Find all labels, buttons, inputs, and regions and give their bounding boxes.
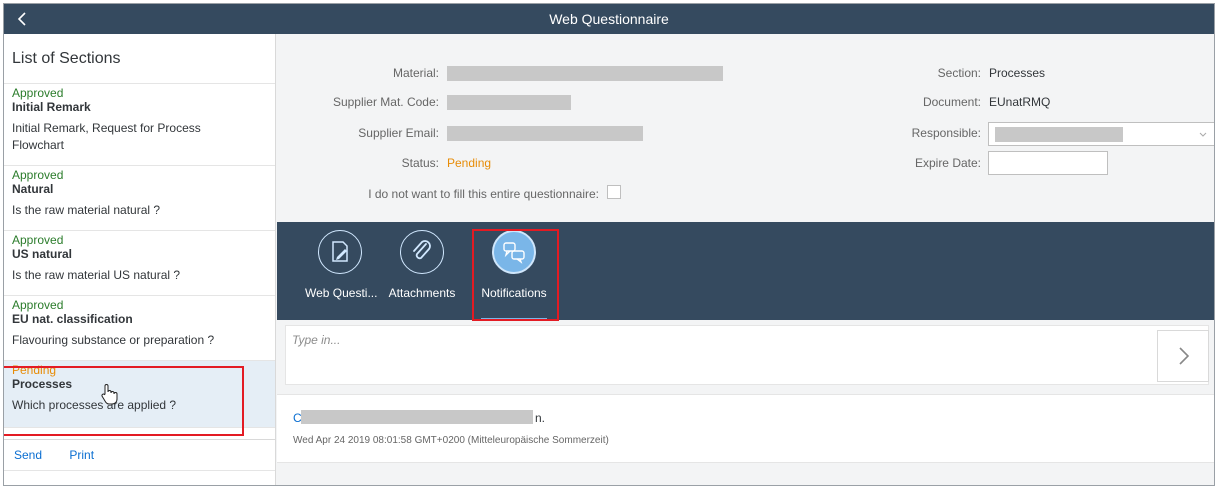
supplier-email-label: Supplier Email: xyxy=(358,126,439,140)
tab-attachments[interactable]: Attachments xyxy=(387,230,457,300)
notification-entry: C n. Wed Apr 24 2019 08:01:58 GMT+0200 (… xyxy=(277,394,1214,463)
tab-icon-circle xyxy=(318,230,362,274)
section-name: EU nat. classification xyxy=(12,312,133,326)
tab-label: Attachments xyxy=(388,286,456,300)
section-desc: Initial Remark, Request for Process Flow… xyxy=(12,121,201,152)
feed-input-area: Type in... xyxy=(285,325,1209,385)
section-status: Approved xyxy=(12,298,64,312)
section-status: Approved xyxy=(12,233,64,247)
expire-date-input[interactable] xyxy=(988,151,1108,175)
section-list-panel: List of Sections Approved Initial Remark… xyxy=(4,34,276,485)
supplier-code-value-redacted xyxy=(447,95,571,110)
app-frame: Web Questionnaire List of Sections Appro… xyxy=(3,3,1215,486)
edit-document-icon xyxy=(332,241,348,262)
notification-text-redacted xyxy=(301,410,533,424)
section-item-eu-nat-classification[interactable]: Approved EU nat. classification Flavouri… xyxy=(4,296,275,361)
section-item-natural[interactable]: Approved Natural Is the raw material nat… xyxy=(4,166,275,231)
master-bottom-bar xyxy=(4,470,275,485)
highlight-processes-item xyxy=(4,366,244,436)
post-button[interactable] xyxy=(1157,330,1209,382)
supplier-email-value-redacted xyxy=(447,126,643,141)
send-button[interactable]: Send xyxy=(14,448,42,462)
header-form: Material: Supplier Mat. Code: Supplier E… xyxy=(277,34,1214,222)
section-name: Natural xyxy=(12,182,54,196)
feed-input[interactable]: Type in... xyxy=(292,333,340,347)
section-label: Section: xyxy=(937,66,981,80)
status-value: Pending xyxy=(447,156,492,170)
section-item-initial-remark[interactable]: Approved Initial Remark Initial Remark, … xyxy=(4,84,275,166)
chevron-down-icon xyxy=(1199,132,1207,137)
responsible-select[interactable] xyxy=(988,122,1214,146)
tab-web-questionnaire[interactable]: Web Questi... xyxy=(305,230,378,300)
section-name: Initial Remark xyxy=(12,100,91,114)
material-value-redacted xyxy=(447,66,723,81)
responsible-label: Responsible: xyxy=(911,126,981,140)
icon-tab-bar: Web Questi... Attachments Notifications xyxy=(277,222,1214,321)
section-desc: Is the raw material natural ? xyxy=(12,203,161,217)
detail-panel: Material: Supplier Mat. Code: Supplier E… xyxy=(277,34,1214,485)
paperclip-icon xyxy=(413,240,431,260)
section-value: Processes xyxy=(989,66,1046,80)
tab-icon-circle xyxy=(400,230,444,274)
document-value: EUnatRMQ xyxy=(989,95,1051,109)
app-title: Web Questionnaire xyxy=(549,11,669,27)
section-list-title: List of Sections xyxy=(4,34,275,84)
section-item-us-natural[interactable]: Approved US natural Is the raw material … xyxy=(4,231,275,296)
notification-timestamp: Wed Apr 24 2019 08:01:58 GMT+0200 (Mitte… xyxy=(293,435,609,446)
opt-out-checkbox[interactable] xyxy=(607,185,621,199)
section-status: Approved xyxy=(12,86,64,100)
section-status: Approved xyxy=(12,168,64,182)
shell-bar: Web Questionnaire xyxy=(4,4,1214,34)
status-label: Status: xyxy=(401,156,439,170)
section-name: US natural xyxy=(12,247,73,261)
supplier-code-label: Supplier Mat. Code: xyxy=(332,95,439,109)
responsible-value-redacted xyxy=(995,127,1123,142)
tab-label: Web Questi... xyxy=(305,286,378,300)
opt-out-label: I do not want to fill this entire questi… xyxy=(368,187,599,201)
detail-empty-area xyxy=(277,464,1214,485)
document-label: Document: xyxy=(922,95,981,109)
section-desc: Is the raw material US natural ? xyxy=(12,268,181,282)
highlight-notifications-tab xyxy=(472,229,559,321)
master-footer-toolbar: Send Print xyxy=(4,439,275,469)
print-button[interactable]: Print xyxy=(69,448,94,462)
material-label: Material: xyxy=(392,66,439,80)
chevron-right-icon xyxy=(1179,347,1190,365)
section-desc: Flavouring substance or preparation ? xyxy=(12,333,215,347)
notification-text-tail: n. xyxy=(535,411,546,425)
expire-date-label: Expire Date: xyxy=(914,156,981,170)
